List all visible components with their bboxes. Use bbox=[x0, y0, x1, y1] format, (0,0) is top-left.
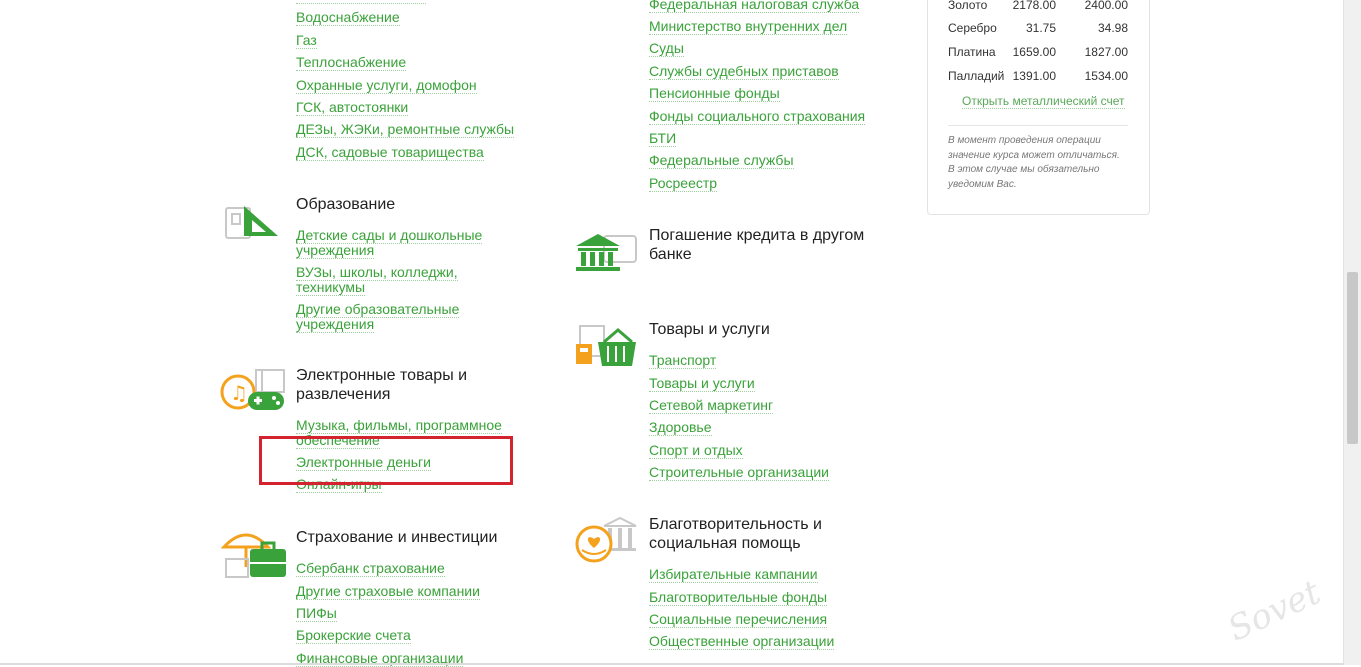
partial-top-link bbox=[296, 0, 426, 7]
link-pension-funds[interactable]: Пенсионные фонды bbox=[649, 85, 780, 102]
link-gas[interactable]: Газ bbox=[296, 32, 317, 49]
link-housing-services[interactable]: ДЕЗы, ЖЭКи, ремонтные службы bbox=[296, 121, 515, 138]
link-social-transfers[interactable]: Социальные перечисления bbox=[649, 611, 828, 628]
metals-rates-panel: Золото 2178.00 2400.00 Серебро 31.75 34.… bbox=[927, 0, 1150, 215]
link-garages[interactable]: ГСК, автостоянки bbox=[296, 99, 409, 116]
link-bailiffs[interactable]: Службы судебных приставов bbox=[649, 63, 839, 80]
link-construction[interactable]: Строительные организации bbox=[649, 464, 829, 481]
link-rosreestr[interactable]: Росреестр bbox=[649, 175, 718, 192]
watermark-logo: Sovet bbox=[1222, 572, 1327, 650]
link-water[interactable]: Водоснабжение bbox=[296, 9, 400, 26]
link-public-orgs[interactable]: Общественные организации bbox=[649, 633, 835, 650]
link-garden-partnerships[interactable]: ДСК, садовые товарищества bbox=[296, 144, 484, 161]
link-mutual-funds[interactable]: ПИФы bbox=[296, 605, 337, 622]
link-heating[interactable]: Теплоснабжение bbox=[296, 54, 407, 71]
link-health[interactable]: Здоровье bbox=[649, 419, 712, 436]
divider bbox=[948, 125, 1128, 126]
section-title-charity: Благотворительность и социальная помощь bbox=[649, 516, 822, 552]
bank-icon bbox=[574, 230, 640, 274]
link-transport[interactable]: Транспорт bbox=[649, 352, 717, 369]
link-social-insurance[interactable]: Фонды социального страхования bbox=[649, 108, 866, 125]
link-tax-service[interactable]: Федеральная налоговая служба bbox=[649, 0, 860, 13]
basket-icon bbox=[574, 322, 640, 368]
link-goods-services[interactable]: Товары и услуги bbox=[649, 375, 755, 392]
charity-icon bbox=[574, 516, 640, 566]
section-title-goods: Товары и услуги bbox=[649, 321, 770, 338]
highlight-frame bbox=[259, 436, 513, 485]
insurance-icon bbox=[220, 525, 288, 581]
section-title-credit: Погашение кредита в другом банке bbox=[649, 227, 865, 263]
svg-text:♫: ♫ bbox=[230, 381, 248, 405]
vertical-scrollbar[interactable] bbox=[1343, 0, 1361, 665]
link-sberbank-insurance[interactable]: Сбербанк страхование bbox=[296, 560, 445, 577]
link-charity-funds[interactable]: Благотворительные фонды bbox=[649, 589, 828, 606]
link-other-insurance[interactable]: Другие страховые компании bbox=[296, 583, 480, 600]
link-courts[interactable]: Суды bbox=[649, 40, 684, 57]
link-interior-ministry[interactable]: Министерство внутренних дел bbox=[649, 18, 848, 35]
link-election-campaigns[interactable]: Избирательные кампании bbox=[649, 566, 818, 583]
open-metal-account-link[interactable]: Открыть металлический счет bbox=[962, 94, 1125, 109]
scrollbar-thumb[interactable] bbox=[1347, 272, 1358, 444]
link-bti[interactable]: БТИ bbox=[649, 130, 677, 147]
link-network-marketing[interactable]: Сетевой маркетинг bbox=[649, 397, 774, 414]
entertainment-icon: ♫ bbox=[220, 368, 288, 416]
link-kindergartens[interactable]: Детские сады и дошкольные учреждения bbox=[296, 227, 516, 259]
education-icon bbox=[222, 200, 280, 242]
link-brokerage[interactable]: Брокерские счета bbox=[296, 627, 411, 644]
rate-disclaimer: В момент проведения операции значение ку… bbox=[948, 135, 1120, 190]
link-federal-services[interactable]: Федеральные службы bbox=[649, 152, 794, 169]
link-sport[interactable]: Спорт и отдых bbox=[649, 442, 743, 459]
section-title-education: Образование bbox=[296, 196, 396, 213]
section-title-insurance: Страхование и инвестиции bbox=[296, 529, 498, 546]
link-security-services[interactable]: Охранные услуги, домофон bbox=[296, 77, 477, 94]
link-other-education[interactable]: Другие образовательные учреждения bbox=[296, 301, 516, 333]
link-universities[interactable]: ВУЗы, школы, колледжи, техникумы bbox=[296, 264, 516, 296]
section-title-electronic: Электронные товары и развлечения bbox=[296, 367, 468, 403]
